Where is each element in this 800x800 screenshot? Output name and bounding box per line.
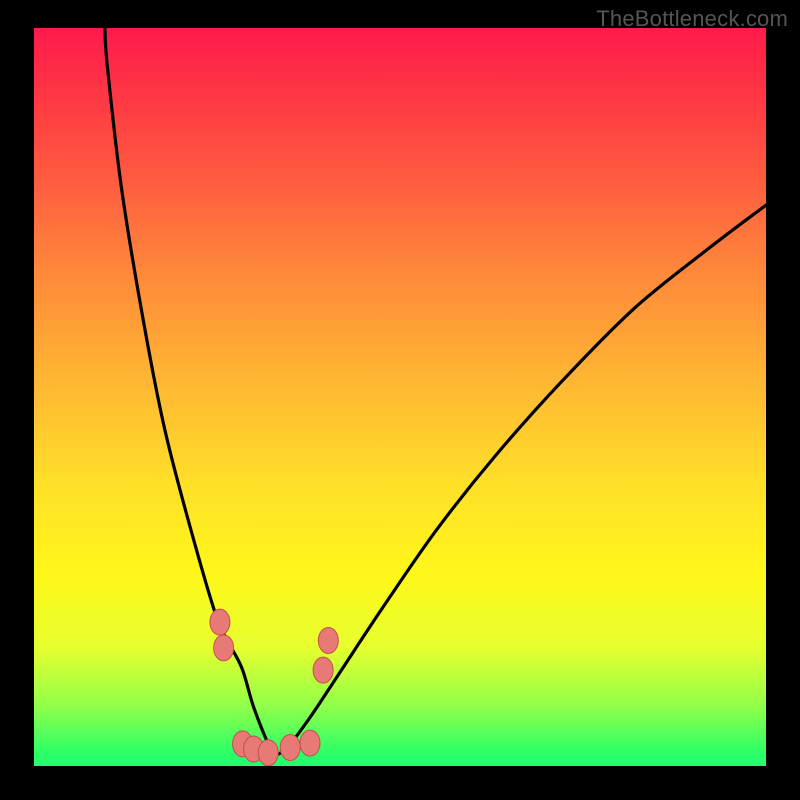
plot-area bbox=[34, 28, 766, 766]
chart-frame: TheBottleneck.com bbox=[0, 0, 800, 800]
marker-dot bbox=[258, 740, 278, 766]
marker-dot bbox=[214, 635, 234, 661]
marker-dot bbox=[313, 657, 333, 683]
watermark-text: TheBottleneck.com bbox=[596, 6, 788, 32]
bottleneck-curve bbox=[105, 28, 766, 755]
marker-dot bbox=[300, 730, 320, 756]
marker-dot bbox=[318, 628, 338, 654]
marker-dot bbox=[210, 609, 230, 635]
chart-svg bbox=[34, 28, 766, 766]
marker-dot bbox=[280, 735, 300, 761]
marker-group bbox=[210, 609, 338, 766]
